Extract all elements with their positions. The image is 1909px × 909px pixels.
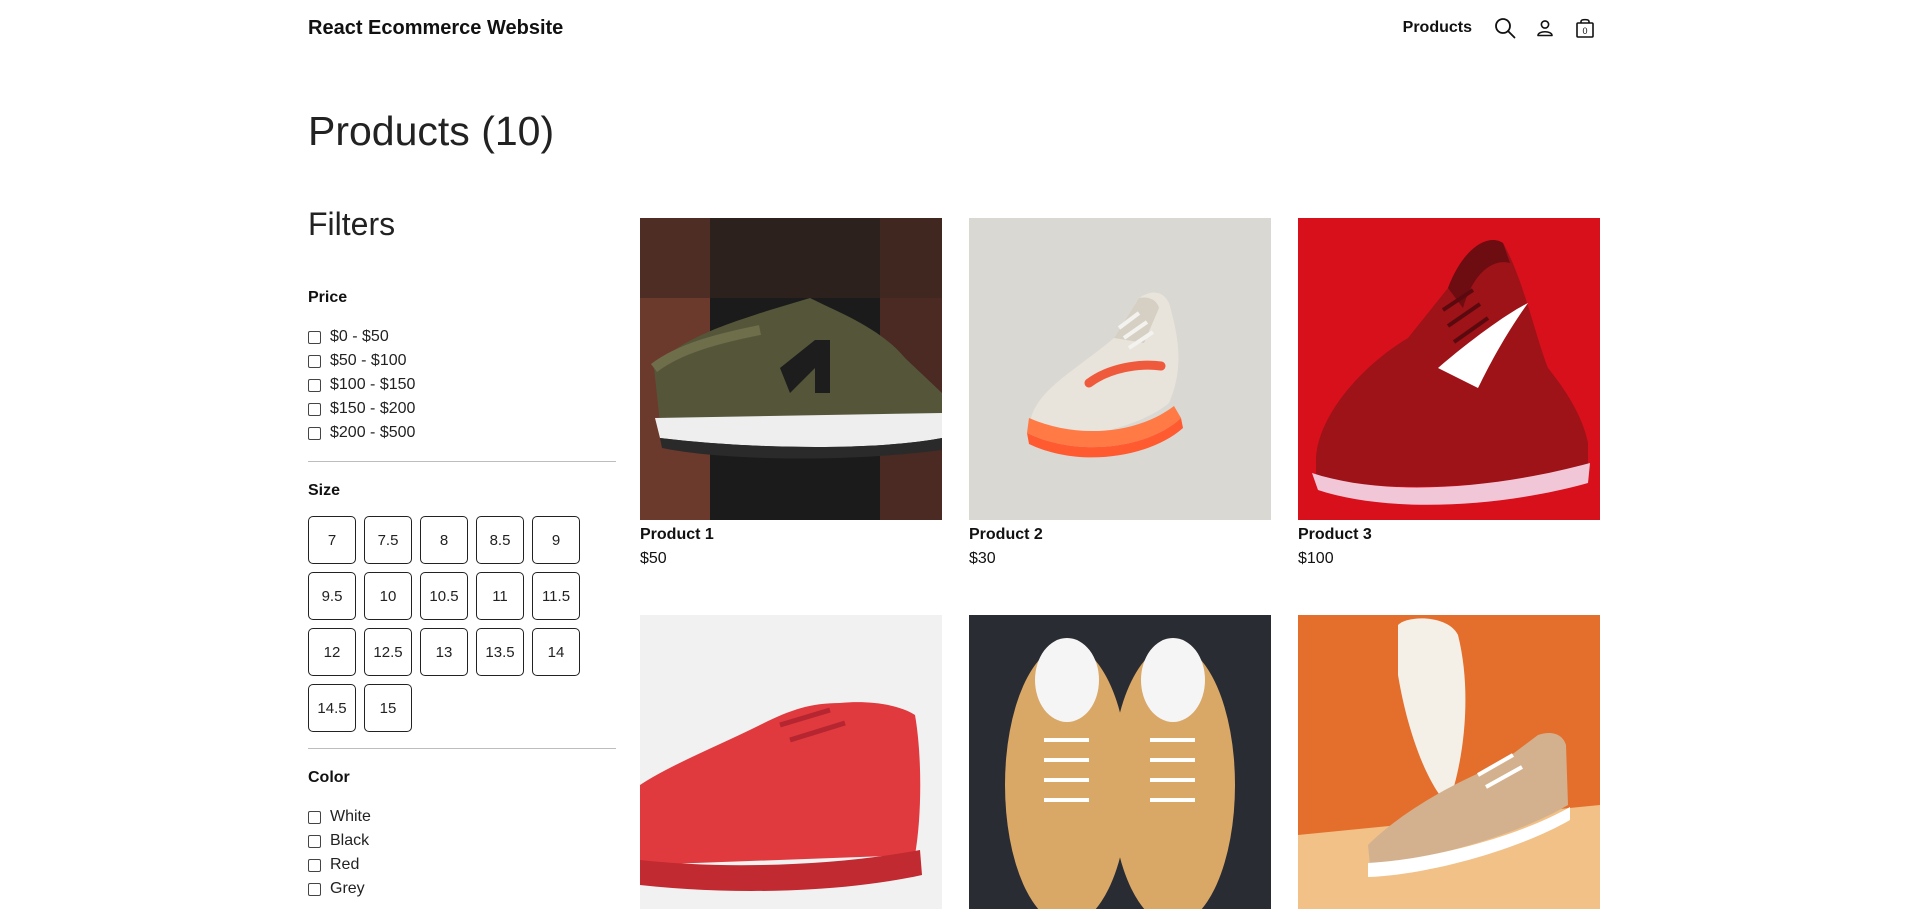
color-option[interactable]: Black — [308, 829, 616, 853]
size-button[interactable]: 13 — [420, 628, 468, 676]
nav-link-products[interactable]: Products — [1403, 19, 1472, 37]
product-image[interactable] — [640, 218, 942, 520]
price-option[interactable]: $200 - $500 — [308, 421, 616, 445]
color-option-label: Black — [330, 832, 370, 849]
product-price: $50 — [640, 550, 667, 567]
checkbox[interactable] — [308, 834, 321, 848]
product-card[interactable] — [1298, 615, 1600, 909]
color-filter: Color White Black Red Grey — [308, 769, 616, 901]
size-button[interactable]: 11.5 — [532, 572, 580, 620]
product-grid: Product 1 $50 Product 2 $30 Product 3 $1… — [640, 218, 1600, 909]
brand-logo[interactable]: React Ecommerce Website — [308, 17, 563, 40]
search-icon[interactable] — [1492, 15, 1518, 41]
size-button[interactable]: 15 — [364, 684, 412, 732]
divider — [308, 461, 616, 462]
price-option-label: $200 - $500 — [330, 424, 416, 441]
size-button[interactable]: 12.5 — [364, 628, 412, 676]
price-option-label: $150 - $200 — [330, 400, 416, 417]
product-image[interactable] — [640, 615, 942, 909]
filters-title: Filters — [308, 206, 396, 242]
product-card[interactable] — [969, 615, 1271, 909]
bag-icon[interactable]: 0 — [1572, 15, 1598, 41]
product-name[interactable]: Product 3 — [1298, 526, 1600, 544]
product-card[interactable]: Product 1 $50 — [640, 218, 942, 568]
color-filter-label: Color — [308, 769, 350, 786]
price-option-label: $50 - $100 — [330, 352, 407, 369]
product-price: $30 — [969, 550, 996, 567]
divider — [308, 748, 616, 749]
price-option[interactable]: $0 - $50 — [308, 325, 616, 349]
price-filter: Price $0 - $50 $50 - $100 $100 - $150 $1… — [308, 289, 616, 445]
size-button[interactable]: 10 — [364, 572, 412, 620]
checkbox[interactable] — [308, 810, 321, 824]
product-image[interactable] — [1298, 615, 1600, 909]
product-card[interactable]: Product 2 $30 — [969, 218, 1271, 568]
size-filter-label: Size — [308, 482, 341, 499]
checkbox[interactable] — [308, 402, 321, 416]
product-image[interactable] — [969, 218, 1271, 520]
size-button[interactable]: 14.5 — [308, 684, 356, 732]
size-button[interactable]: 7 — [308, 516, 356, 564]
checkbox[interactable] — [308, 354, 321, 368]
product-name[interactable]: Product 2 — [969, 526, 1271, 544]
size-button[interactable]: 14 — [532, 628, 580, 676]
cart-count: 0 — [1582, 26, 1587, 36]
product-price: $100 — [1298, 550, 1334, 567]
size-button[interactable]: 12 — [308, 628, 356, 676]
product-image[interactable] — [969, 615, 1271, 909]
price-option-label: $100 - $150 — [330, 376, 416, 393]
size-button[interactable]: 9 — [532, 516, 580, 564]
top-nav: React Ecommerce Website Products 0 — [308, 0, 1598, 56]
product-card[interactable]: Product 3 $100 — [1298, 218, 1600, 568]
product-name[interactable]: Product 1 — [640, 526, 942, 544]
user-icon[interactable] — [1532, 15, 1558, 41]
color-option-label: White — [330, 808, 371, 825]
size-button[interactable]: 7.5 — [364, 516, 412, 564]
color-option[interactable]: Grey — [308, 877, 616, 901]
color-option[interactable]: White — [308, 805, 616, 829]
price-filter-label: Price — [308, 289, 348, 306]
checkbox[interactable] — [308, 378, 321, 392]
page-title: Products (10) — [308, 108, 555, 154]
size-button[interactable]: 10.5 — [420, 572, 468, 620]
nav-actions: Products 0 — [1403, 15, 1598, 41]
product-card[interactable] — [640, 615, 942, 909]
filters-sidebar: Filters Price $0 - $50 $50 - $100 $100 -… — [308, 206, 616, 901]
color-option-label: Grey — [330, 880, 365, 897]
price-option[interactable]: $100 - $150 — [308, 373, 616, 397]
price-option-label: $0 - $50 — [330, 328, 389, 345]
price-option[interactable]: $50 - $100 — [308, 349, 616, 373]
size-button[interactable]: 8.5 — [476, 516, 524, 564]
size-filter: Size 7 7.5 8 8.5 9 9.5 10 10.5 11 11.5 1… — [308, 482, 616, 732]
size-grid: 7 7.5 8 8.5 9 9.5 10 10.5 11 11.5 12 12.… — [308, 516, 616, 732]
price-option[interactable]: $150 - $200 — [308, 397, 616, 421]
size-button[interactable]: 13.5 — [476, 628, 524, 676]
color-option[interactable]: Red — [308, 853, 616, 877]
checkbox[interactable] — [308, 858, 321, 872]
size-button[interactable]: 9.5 — [308, 572, 356, 620]
product-image[interactable] — [1298, 218, 1600, 520]
checkbox[interactable] — [308, 426, 321, 440]
size-button[interactable]: 11 — [476, 572, 524, 620]
color-option-label: Red — [330, 856, 360, 873]
size-button[interactable]: 8 — [420, 516, 468, 564]
checkbox[interactable] — [308, 882, 321, 896]
checkbox[interactable] — [308, 330, 321, 344]
